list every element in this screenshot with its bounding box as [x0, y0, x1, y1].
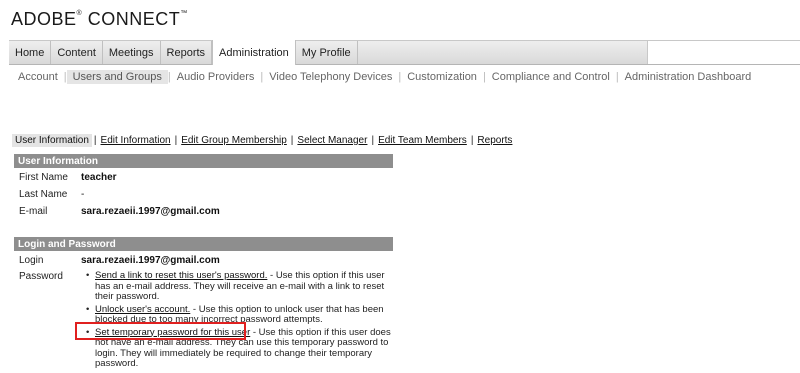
logo-brand: ADOBE [11, 9, 77, 29]
password-options-list: • Send a link to reset this user's passw… [81, 270, 393, 372]
logo-registered-mark: ® [76, 10, 83, 17]
tab-separator: | [371, 135, 375, 146]
user-information-header: User Information [14, 154, 393, 168]
login-value: sara.rezaeii.1997@gmail.com [81, 255, 220, 266]
tab-select-manager[interactable]: Select Manager [295, 134, 369, 147]
tab-separator: | [290, 135, 294, 146]
password-label: Password [19, 271, 63, 282]
send-reset-link-link[interactable]: Send a link to reset this user's passwor… [95, 270, 267, 281]
sub-navigation: Account | Users and Groups | Audio Provi… [12, 70, 757, 84]
subnav-compliance-and-control[interactable]: Compliance and Control [486, 70, 616, 84]
bullet-icon: • [86, 270, 90, 281]
subnav-users-and-groups[interactable]: Users and Groups [66, 70, 168, 84]
set-temporary-password-link[interactable]: Set temporary password for this user [95, 327, 250, 338]
logo-product: CONNECT [87, 9, 181, 29]
email-label: E-mail [19, 206, 48, 217]
tab-edit-team-members[interactable]: Edit Team Members [376, 134, 469, 147]
nav-tab-meetings[interactable]: Meetings [103, 41, 161, 64]
last-name-value: - [81, 189, 85, 200]
tab-separator: | [93, 135, 97, 146]
tab-reports[interactable]: Reports [475, 134, 514, 147]
password-option-send-reset-link: • Send a link to reset this user's passw… [81, 270, 393, 303]
login-label: Login [19, 255, 44, 266]
nav-tab-administration[interactable]: Administration [212, 40, 296, 65]
email-value: sara.rezaeii.1997@gmail.com [81, 206, 220, 217]
first-name-value: teacher [81, 172, 117, 183]
nav-right-area [647, 41, 800, 64]
nav-tab-my-profile[interactable]: My Profile [296, 41, 358, 64]
first-name-label: First Name [19, 172, 68, 183]
login-password-header: Login and Password [14, 237, 393, 251]
unlock-account-link[interactable]: Unlock user's account. [95, 304, 190, 315]
tab-separator: | [174, 135, 178, 146]
subnav-account[interactable]: Account [12, 70, 64, 84]
password-option-set-temporary-password: • Set temporary password for this user -… [81, 326, 393, 370]
subnav-administration-dashboard[interactable]: Administration Dashboard [619, 70, 758, 84]
nav-tab-home[interactable]: Home [9, 41, 52, 64]
tab-edit-information[interactable]: Edit Information [99, 134, 173, 147]
bullet-icon: • [86, 326, 90, 338]
password-option-unlock-account: • Unlock user's account. - Use this opti… [81, 303, 393, 326]
nav-tab-content[interactable]: Content [51, 41, 103, 64]
adobe-connect-logo: ADOBE® CONNECT™ [11, 9, 188, 30]
subnav-audio-providers[interactable]: Audio Providers [171, 70, 261, 84]
tab-separator: | [470, 135, 474, 146]
user-page-tabs: User Information | Edit Information | Ed… [12, 133, 514, 148]
tab-user-information[interactable]: User Information [12, 134, 92, 147]
tab-edit-group-membership[interactable]: Edit Group Membership [179, 134, 289, 147]
subnav-customization[interactable]: Customization [401, 70, 483, 84]
last-name-label: Last Name [19, 189, 68, 200]
nav-tab-reports[interactable]: Reports [161, 41, 213, 64]
main-navigation: Home Content Meetings Reports Administra… [9, 40, 800, 65]
logo-trademark: ™ [180, 10, 188, 17]
subnav-video-telephony-devices[interactable]: Video Telephony Devices [263, 70, 398, 84]
bullet-icon: • [86, 303, 90, 315]
